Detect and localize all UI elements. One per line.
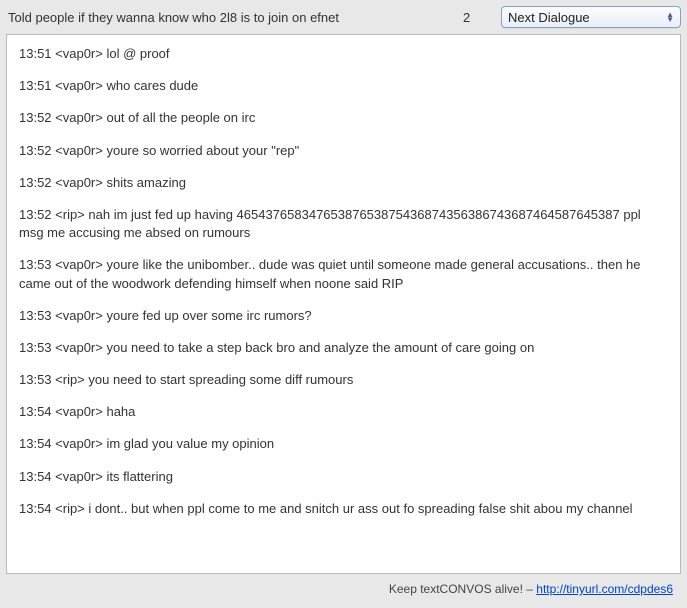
- chat-line: 13:52 <vap0r> youre so worried about you…: [19, 142, 668, 160]
- chat-line: 13:53 <vap0r> you need to take a step ba…: [19, 339, 668, 357]
- chat-line: 13:51 <vap0r> who cares dude: [19, 77, 668, 95]
- chat-line: 13:51 <vap0r> lol @ proof: [19, 45, 668, 63]
- chat-line: 13:52 <vap0r> out of all the people on i…: [19, 109, 668, 127]
- chat-line: 13:53 <vap0r> youre like the unibomber..…: [19, 256, 668, 292]
- next-dialogue-dropdown[interactable]: Next Dialogue ▲ ▼: [501, 6, 681, 28]
- dialogue-count: 2: [463, 10, 493, 25]
- chat-line: 13:54 <rip> i dont.. but when ppl come t…: [19, 500, 668, 518]
- footer-link[interactable]: http://tinyurl.com/cdpdes6: [536, 582, 673, 596]
- chat-line: 13:54 <vap0r> its flattering: [19, 468, 668, 486]
- chat-line: 13:53 <vap0r> youre fed up over some irc…: [19, 307, 668, 325]
- chat-line: 13:54 <vap0r> im glad you value my opini…: [19, 435, 668, 453]
- header-bar: Told people if they wanna know who 2l8 i…: [6, 6, 681, 28]
- dropdown-label: Next Dialogue: [508, 10, 590, 25]
- dialogue-title: Told people if they wanna know who 2l8 i…: [6, 10, 455, 25]
- chat-line: 13:53 <rip> you need to start spreading …: [19, 371, 668, 389]
- app-container: Told people if they wanna know who 2l8 i…: [0, 0, 687, 602]
- chat-line: 13:52 <rip> nah im just fed up having 46…: [19, 206, 668, 242]
- chat-line: 13:52 <vap0r> shits amazing: [19, 174, 668, 192]
- chat-log[interactable]: 13:51 <vap0r> lol @ proof 13:51 <vap0r> …: [6, 34, 681, 574]
- footer: Keep textCONVOS alive! – http://tinyurl.…: [6, 574, 681, 596]
- footer-text: Keep textCONVOS alive! –: [389, 582, 536, 596]
- chevron-up-down-icon: ▲ ▼: [666, 12, 674, 22]
- chat-line: 13:54 <vap0r> haha: [19, 403, 668, 421]
